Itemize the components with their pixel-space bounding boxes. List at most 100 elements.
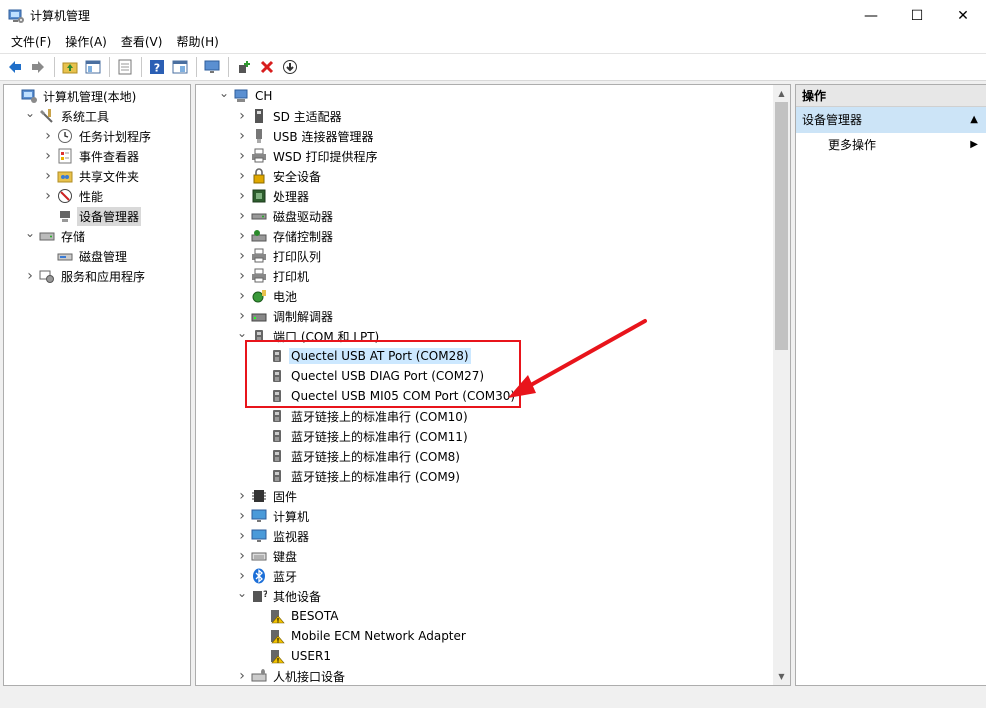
device-tree-item[interactable]: › 监视器 <box>236 526 311 546</box>
security-device-icon <box>251 168 267 184</box>
chevron-right-icon[interactable]: › <box>42 166 54 186</box>
device-tree-item[interactable]: ⌄ CH <box>218 86 274 106</box>
scrollbar-thumb[interactable] <box>775 102 788 350</box>
device-tree-item[interactable]: › 计算机 <box>236 506 311 526</box>
chevron-right-icon[interactable]: › <box>236 126 248 146</box>
menu-view[interactable]: 查看(V) <box>114 31 170 53</box>
chevron-right-icon[interactable]: › <box>42 186 54 206</box>
device-tree-label: 固件 <box>273 489 298 504</box>
more-actions-label: 更多操作 <box>828 138 877 152</box>
device-tree-item[interactable]: › 打印队列 <box>236 246 323 266</box>
scroll-up-icon[interactable]: ▲ <box>773 85 790 102</box>
console-tree-item[interactable]: › 服务和应用程序 <box>24 266 147 286</box>
svg-text:!: ! <box>277 617 280 624</box>
chevron-right-icon[interactable]: › <box>236 146 248 166</box>
properties-icon[interactable] <box>169 56 191 78</box>
console-tree-label: 设备管理器 <box>77 206 142 226</box>
device-tree-label: 打印机 <box>273 269 310 284</box>
chevron-right-icon[interactable]: › <box>236 206 248 226</box>
device-tree-item[interactable]: 蓝牙链接上的标准串行 (COM10) <box>254 406 470 426</box>
device-tree-item[interactable]: › SD 主适配器 <box>236 106 344 126</box>
show-tree-icon[interactable] <box>82 56 104 78</box>
device-tree-item[interactable]: › 安全设备 <box>236 166 323 186</box>
actions-group-device-manager[interactable]: 设备管理器 ▲ <box>796 107 986 133</box>
minimize-button[interactable]: — <box>848 0 894 31</box>
monitor-icon[interactable] <box>201 56 223 78</box>
chevron-down-icon[interactable]: ⌄ <box>24 106 36 126</box>
menu-action[interactable]: 操作(A) <box>58 31 114 53</box>
chevron-right-icon[interactable]: › <box>236 666 248 685</box>
device-tree-item[interactable]: › 人机接口设备 <box>236 666 347 685</box>
console-tree-item[interactable]: 计算机管理(本地) <box>6 86 138 106</box>
device-tree-item[interactable]: › 电池 <box>236 286 299 306</box>
console-tree-item[interactable]: › 性能 <box>42 186 105 206</box>
chevron-right-icon[interactable]: › <box>236 306 248 326</box>
device-tree-item[interactable]: › 调制解调器 <box>236 306 335 326</box>
device-tree-item[interactable]: › WSD 打印提供程序 <box>236 146 380 166</box>
chevron-right-icon[interactable]: › <box>236 566 248 586</box>
device-tree-item[interactable]: 蓝牙链接上的标准串行 (COM9) <box>254 466 462 486</box>
maximize-button[interactable]: ☐ <box>894 0 940 31</box>
vertical-scrollbar[interactable]: ▲ ▼ <box>773 85 790 685</box>
menu-file[interactable]: 文件(F) <box>4 31 58 53</box>
scroll-down-icon[interactable]: ▼ <box>773 668 790 685</box>
chevron-right-icon[interactable]: › <box>236 186 248 206</box>
console-tree-item[interactable]: ⌄ 系统工具 <box>24 106 111 126</box>
device-tree-item[interactable]: › 磁盘驱动器 <box>236 206 335 226</box>
collapse-up-icon[interactable]: ▲ <box>970 107 978 133</box>
device-tree-item[interactable]: › 存储控制器 <box>236 226 335 246</box>
device-tree-item[interactable]: ! BESOTA <box>254 606 340 626</box>
export-icon[interactable] <box>114 56 136 78</box>
forward-icon[interactable] <box>27 56 49 78</box>
chevron-right-icon[interactable]: › <box>236 166 248 186</box>
chevron-right-icon[interactable]: › <box>236 506 248 526</box>
device-tree-item[interactable]: › 固件 <box>236 486 299 506</box>
chevron-right-icon[interactable]: › <box>236 546 248 566</box>
chevron-right-icon[interactable]: › <box>42 126 54 146</box>
chevron-right-icon[interactable]: › <box>236 486 248 506</box>
chevron-right-icon[interactable]: › <box>236 526 248 546</box>
chevron-right-icon[interactable]: › <box>236 266 248 286</box>
device-tree-item[interactable]: › 打印机 <box>236 266 311 286</box>
more-actions-item[interactable]: 更多操作 ▶ <box>796 133 986 157</box>
device-tree-item[interactable]: ! Mobile ECM Network Adapter <box>254 626 468 646</box>
device-tree-item[interactable]: › 蓝牙 <box>236 566 299 586</box>
device-tree-item[interactable]: ! USER1 <box>254 646 333 666</box>
toolbar-separator <box>109 57 110 77</box>
console-tree-item[interactable]: › 任务计划程序 <box>42 126 153 146</box>
console-tree-item[interactable]: ⌄ 存储 <box>24 226 87 246</box>
console-tree-item[interactable]: › 共享文件夹 <box>42 166 141 186</box>
chevron-right-icon[interactable]: › <box>236 246 248 266</box>
chevron-right-icon[interactable]: › <box>24 266 36 286</box>
device-tree-item[interactable]: › 处理器 <box>236 186 311 206</box>
uninstall-icon[interactable] <box>256 56 278 78</box>
device-tree-item[interactable]: 蓝牙链接上的标准串行 (COM8) <box>254 446 462 466</box>
device-tree-item[interactable]: › 键盘 <box>236 546 299 566</box>
chevron-down-icon[interactable]: ⌄ <box>218 86 230 106</box>
console-tree-item[interactable]: › 事件查看器 <box>42 146 141 166</box>
console-tree-item[interactable]: 设备管理器 <box>42 206 142 226</box>
chevron-right-icon[interactable]: › <box>236 286 248 306</box>
chevron-right-icon[interactable]: › <box>42 146 54 166</box>
console-tree-item[interactable]: 磁盘管理 <box>42 246 129 266</box>
chevron-down-icon[interactable]: ⌄ <box>24 226 36 246</box>
keyboard-icon <box>251 548 267 564</box>
device-tree-item[interactable]: ⌄? 其他设备 <box>236 586 323 606</box>
device-tree-item[interactable]: 蓝牙链接上的标准串行 (COM11) <box>254 426 470 446</box>
download-icon[interactable] <box>279 56 301 78</box>
add-driver-icon[interactable] <box>233 56 255 78</box>
chevron-down-icon[interactable]: ⌄ <box>236 586 248 606</box>
up-folder-icon[interactable] <box>59 56 81 78</box>
chevron-right-icon[interactable]: › <box>236 226 248 246</box>
device-tree-label: CH <box>255 89 273 103</box>
console-tree-pane[interactable]: 计算机管理(本地) ⌄ 系统工具 › 任务计划程序 › 事件查看器 › 共享文件夹 › 性能 设备管理… <box>3 84 191 686</box>
back-icon[interactable] <box>4 56 26 78</box>
close-button[interactable]: ✕ <box>940 0 986 31</box>
chevron-right-icon[interactable]: › <box>236 106 248 126</box>
device-tree-item[interactable]: › USB 连接器管理器 <box>236 126 375 146</box>
device-manager-icon <box>57 208 73 224</box>
help-icon[interactable]: ? <box>146 56 168 78</box>
menu-help[interactable]: 帮助(H) <box>169 31 225 53</box>
